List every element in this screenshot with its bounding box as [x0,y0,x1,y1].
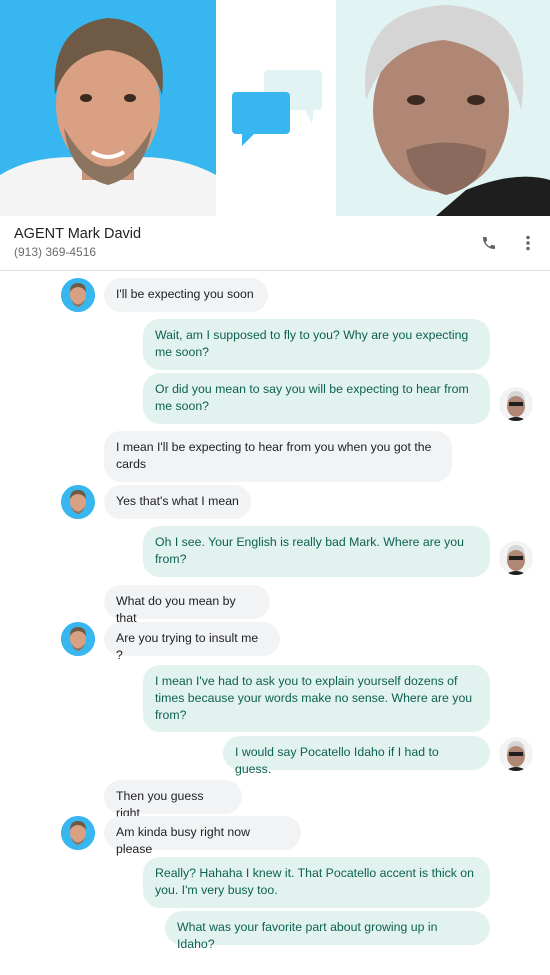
message-bubble[interactable]: Wait, am I supposed to fly to you? Why a… [143,319,490,370]
contact-avatar[interactable] [61,622,95,656]
message-bubble[interactable]: I would say Pocatello Idaho if I had to … [223,736,490,776]
message-thread[interactable]: I'll be expecting you soon Wait, am I su… [0,271,550,975]
contact-avatar[interactable] [61,278,95,312]
chat-bubbles-icon [226,64,330,154]
message-bubble[interactable]: Really? Hahaha I knew it. That Pocatello… [143,857,490,908]
message-bubble[interactable]: Am kinda busy right now please [104,816,301,856]
message-bubble[interactable]: What was your favorite part about growin… [165,911,490,951]
message-bubble[interactable]: Oh I see. Your English is really bad Mar… [143,526,490,577]
message-bubble[interactable]: What do you mean by that [104,585,270,625]
contact-hero [0,0,550,216]
user-avatar[interactable] [499,387,533,421]
phone-icon[interactable] [477,231,501,255]
contact-name: AGENT Mark David [14,226,142,242]
user-avatar[interactable] [499,541,533,575]
contact-photo [0,0,216,216]
contact-phone: (913) 369-4516 [14,245,97,259]
message-bubble[interactable]: Are you trying to insult me ? [104,622,280,662]
message-bubble[interactable]: Then you guess right [104,780,242,820]
contact-avatar[interactable] [61,485,95,519]
user-photo [336,0,550,216]
message-bubble[interactable]: I mean I'll be expecting to hear from yo… [104,431,452,482]
message-bubble[interactable]: I mean I've had to ask you to explain yo… [143,665,490,732]
message-bubble[interactable]: Yes that's what I mean [104,485,251,519]
conversation-header: AGENT Mark David (913) 369-4516 [0,216,550,271]
contact-avatar[interactable] [61,816,95,850]
message-bubble[interactable]: Or did you mean to say you will be expec… [143,373,490,424]
message-bubble[interactable]: I'll be expecting you soon [104,278,268,312]
user-avatar[interactable] [499,737,533,771]
more-vert-icon[interactable] [516,231,540,255]
